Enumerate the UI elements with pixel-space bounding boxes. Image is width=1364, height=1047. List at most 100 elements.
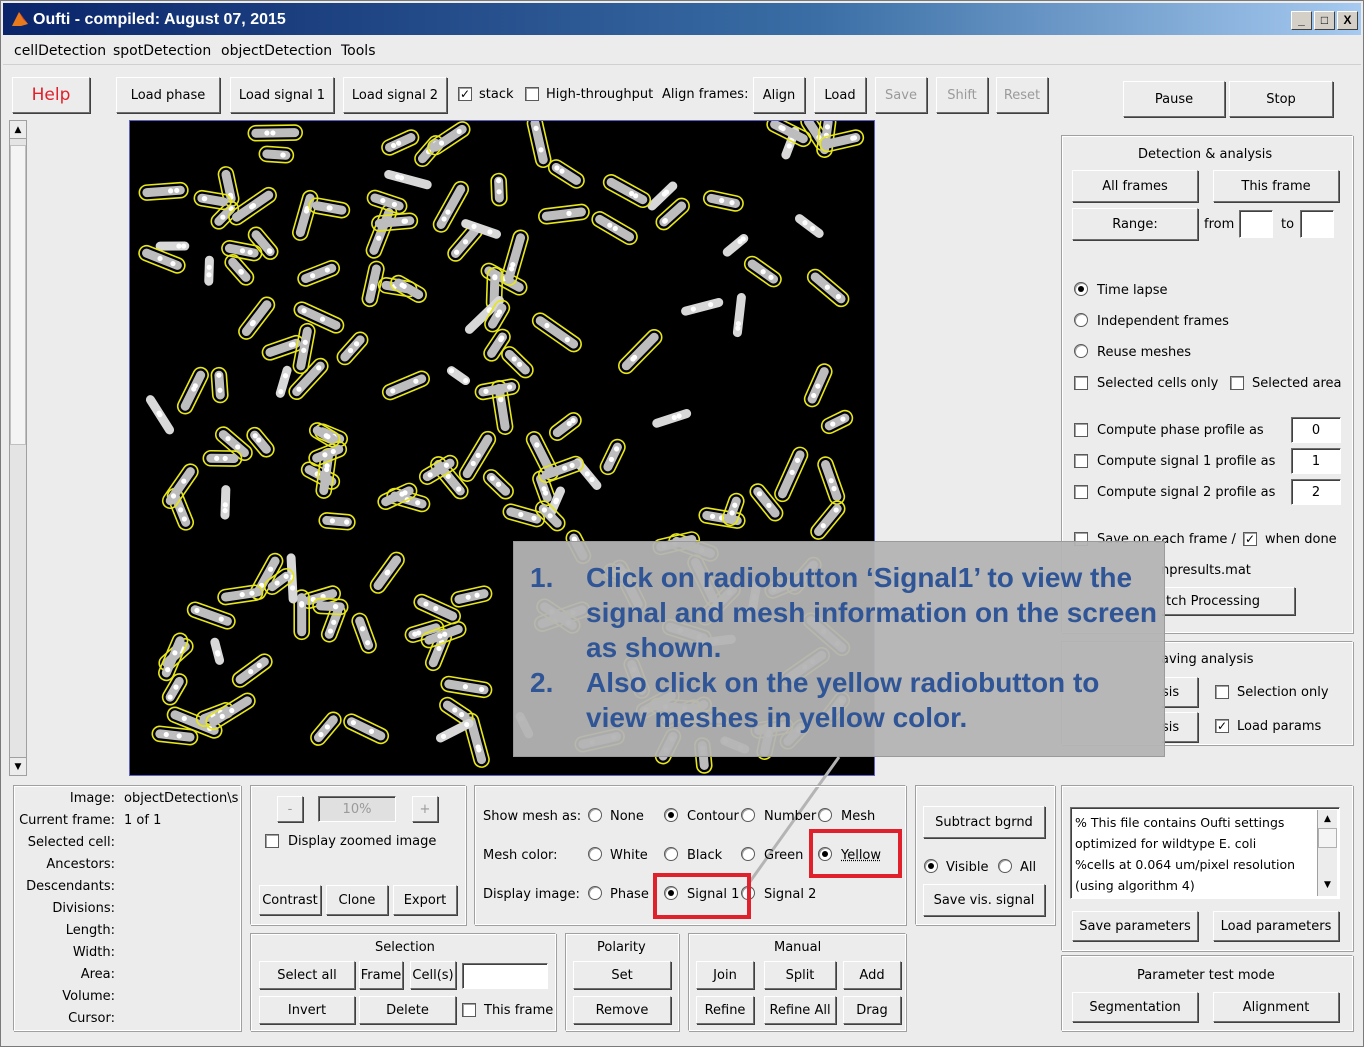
- split-button[interactable]: Split: [764, 961, 836, 989]
- color-black-radio[interactable]: [664, 847, 678, 861]
- cell[interactable]: [440, 675, 493, 699]
- cell[interactable]: [209, 637, 225, 666]
- range-from-input[interactable]: [1239, 210, 1273, 238]
- subtract-bgrnd-button[interactable]: Subtract bgrnd: [923, 806, 1045, 838]
- cell[interactable]: [601, 172, 653, 210]
- time-lapse-radio[interactable]: [1074, 282, 1088, 296]
- independent-frames-radio[interactable]: [1074, 313, 1088, 327]
- stop-button[interactable]: Stop: [1229, 81, 1333, 117]
- cell[interactable]: [530, 310, 584, 354]
- parameters-scrollbar[interactable]: ▲ ▼: [1317, 810, 1337, 896]
- reuse-meshes-radio[interactable]: [1074, 344, 1088, 358]
- display-zoomed-checkbox[interactable]: [265, 834, 279, 848]
- select-all-button[interactable]: Select all: [259, 961, 355, 989]
- cell[interactable]: [388, 273, 429, 305]
- selected-area-checkbox[interactable]: [1230, 376, 1244, 390]
- cell[interactable]: [538, 203, 590, 225]
- cell[interactable]: [802, 362, 834, 409]
- range-button[interactable]: Range:: [1072, 208, 1198, 240]
- cell[interactable]: [526, 121, 552, 169]
- polarity-set-button[interactable]: Set: [573, 961, 671, 989]
- selection-only-checkbox[interactable]: [1215, 685, 1229, 699]
- load-phase-button[interactable]: Load phase: [116, 77, 220, 113]
- frame-button[interactable]: Frame: [359, 961, 403, 989]
- help-button[interactable]: Help: [12, 77, 90, 113]
- cell[interactable]: [773, 445, 810, 504]
- scroll-up-icon[interactable]: ▲: [1318, 810, 1337, 828]
- all-frames-button[interactable]: All frames: [1072, 170, 1198, 202]
- load-signal1-button[interactable]: Load signal 1: [230, 77, 334, 113]
- cell[interactable]: [742, 254, 784, 290]
- cells-input[interactable]: [462, 963, 548, 989]
- scroll-up-icon[interactable]: ▲: [10, 121, 26, 139]
- load-params-checkbox[interactable]: ✓: [1215, 719, 1229, 733]
- phase-profile-input[interactable]: 0: [1291, 417, 1341, 443]
- cell[interactable]: [747, 481, 785, 524]
- cell[interactable]: [361, 260, 386, 308]
- high-throughput-checkbox[interactable]: [525, 87, 539, 101]
- cell[interactable]: [680, 297, 724, 317]
- cell[interactable]: [616, 327, 665, 377]
- menu-objectdetection[interactable]: objectDetection: [221, 43, 332, 59]
- color-green-radio[interactable]: [741, 847, 755, 861]
- cell[interactable]: [805, 266, 852, 309]
- cell[interactable]: [202, 449, 243, 467]
- cell[interactable]: [376, 481, 419, 512]
- image-phase-radio[interactable]: [588, 886, 602, 900]
- cell[interactable]: [702, 189, 744, 212]
- cell[interactable]: [334, 329, 371, 367]
- all-radio[interactable]: [998, 859, 1012, 873]
- mesh-number-radio[interactable]: [741, 808, 755, 822]
- mesh-contour-radio[interactable]: [664, 808, 678, 822]
- cell[interactable]: [732, 293, 746, 338]
- scroll-thumb[interactable]: [1318, 828, 1337, 848]
- cell[interactable]: [816, 455, 846, 506]
- cell[interactable]: [499, 344, 536, 381]
- cell[interactable]: [258, 145, 295, 164]
- reset-button[interactable]: Reset: [996, 77, 1048, 113]
- clone-button[interactable]: Clone: [326, 885, 388, 915]
- alignment-button[interactable]: Alignment: [1213, 992, 1339, 1022]
- stack-checkbox[interactable]: ✓: [458, 87, 472, 101]
- align-button[interactable]: Align: [753, 77, 805, 113]
- cell[interactable]: [308, 709, 344, 748]
- cell[interactable]: [244, 425, 277, 460]
- cell[interactable]: [204, 255, 214, 286]
- cell[interactable]: [341, 712, 390, 746]
- cell[interactable]: [308, 197, 351, 219]
- zoom-value[interactable]: 10%: [318, 796, 396, 822]
- cell[interactable]: [380, 128, 421, 158]
- when-done-checkbox[interactable]: ✓: [1243, 532, 1257, 546]
- cell[interactable]: [292, 322, 316, 375]
- cell[interactable]: [721, 232, 750, 258]
- join-button[interactable]: Join: [696, 961, 754, 989]
- cell[interactable]: [291, 189, 319, 242]
- mesh-none-radio[interactable]: [588, 808, 602, 822]
- minimize-button[interactable]: _: [1291, 11, 1312, 30]
- cell[interactable]: [144, 393, 176, 436]
- compute-phase-checkbox[interactable]: [1074, 423, 1088, 437]
- cell[interactable]: [175, 365, 211, 416]
- cell[interactable]: [474, 378, 520, 401]
- polarity-remove-button[interactable]: Remove: [573, 996, 671, 1024]
- delete-button[interactable]: Delete: [359, 996, 456, 1024]
- cell[interactable]: [236, 294, 278, 342]
- scroll-track[interactable]: [1318, 848, 1337, 876]
- cell[interactable]: [445, 364, 472, 386]
- invert-button[interactable]: Invert: [259, 996, 355, 1024]
- export-button[interactable]: Export: [393, 885, 457, 915]
- add-button[interactable]: Add: [843, 961, 901, 989]
- cell[interactable]: [296, 259, 342, 289]
- cell[interactable]: [598, 437, 628, 477]
- cell[interactable]: [490, 172, 508, 207]
- batch-processing-button[interactable]: tch Processing: [1161, 587, 1295, 615]
- segmentation-button[interactable]: Segmentation: [1072, 992, 1198, 1022]
- cells-button[interactable]: Cell(s): [410, 961, 456, 989]
- menu-celldetection[interactable]: cellDetection: [14, 43, 106, 59]
- drag-button[interactable]: Drag: [843, 996, 901, 1024]
- compute-signal1-checkbox[interactable]: [1074, 454, 1088, 468]
- contrast-button[interactable]: Contrast: [259, 885, 321, 915]
- refine-all-button[interactable]: Refine All: [764, 996, 836, 1024]
- cell[interactable]: [350, 611, 378, 655]
- cell[interactable]: [450, 585, 493, 609]
